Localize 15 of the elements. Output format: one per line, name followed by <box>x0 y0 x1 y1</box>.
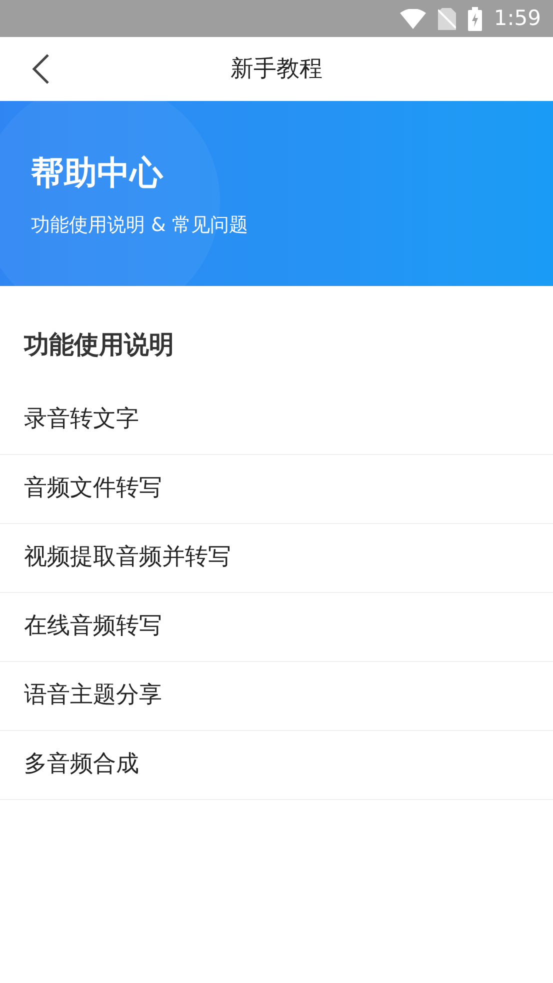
banner-subtitle: 功能使用说明 & 常见问题 <box>31 213 249 238</box>
no-sim-icon <box>438 8 456 30</box>
help-item[interactable]: 录音转文字 <box>0 386 553 454</box>
section-title: 功能使用说明 <box>22 329 175 361</box>
help-item[interactable]: 语音主题分享 <box>0 662 553 730</box>
help-item[interactable]: 多音频合成 <box>0 730 553 800</box>
help-item[interactable]: 在线音频转写 <box>0 592 553 662</box>
wifi-icon <box>400 8 426 28</box>
battery-icon <box>468 6 482 30</box>
back-chevron-icon <box>32 53 50 85</box>
status-time: 1:59 <box>494 4 541 32</box>
help-item[interactable]: 视频提取音频并转写 <box>0 524 553 592</box>
help-item[interactable]: 音频文件转写 <box>0 454 553 524</box>
banner-title: 帮助中心 <box>31 152 164 194</box>
page-title: 新手教程 <box>230 54 322 84</box>
